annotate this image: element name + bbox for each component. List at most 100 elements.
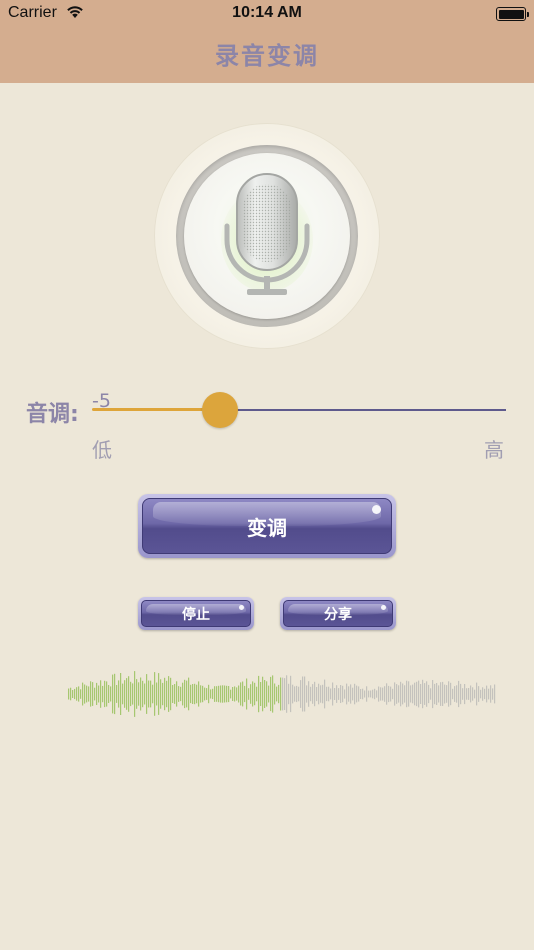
waveform-bar-played: [202, 685, 204, 703]
waveform-bar-played: [212, 688, 214, 700]
waveform-bar-played: [250, 684, 252, 704]
waveform-bar-unplayed: [438, 685, 440, 703]
microphone-icon[interactable]: [219, 170, 315, 300]
waveform-bar-played: [134, 671, 136, 717]
waveform-bar-played: [88, 686, 90, 702]
waveform-bar-unplayed: [294, 686, 296, 702]
waveform-bar-unplayed: [432, 680, 434, 709]
waveform-bar-unplayed: [282, 677, 284, 711]
waveform-bar-unplayed: [414, 682, 416, 706]
waveform-bar-unplayed: [328, 686, 330, 702]
waveform-bar-unplayed: [386, 683, 388, 705]
waveform-bar-unplayed: [354, 683, 356, 705]
waveform-bar-played: [70, 687, 72, 701]
waveform-bar-unplayed: [384, 686, 386, 702]
waveform-bar-played: [180, 686, 182, 702]
waveform-bar-played: [168, 676, 170, 712]
waveform-bar-played: [254, 682, 256, 706]
waveform-bar-unplayed: [392, 688, 394, 700]
waveform-bar-unplayed: [346, 683, 348, 705]
waveform-bar-played: [260, 682, 262, 706]
waveform-bar-unplayed: [292, 684, 294, 704]
waveform-bar-played: [130, 681, 132, 707]
waveform-bar-played: [270, 676, 272, 712]
waveform-bar-played: [222, 685, 224, 703]
waveform-bar-unplayed: [436, 683, 438, 705]
waveform-bar-played: [94, 687, 96, 701]
waveform-bar-played: [204, 687, 206, 701]
waveform-bar-played: [236, 687, 238, 701]
waveform-bar-played: [218, 685, 220, 703]
waveform-bar-unplayed: [298, 686, 300, 702]
waveform-bar-unplayed: [398, 685, 400, 703]
waveform-bar-played: [84, 684, 86, 704]
waveform-bar-unplayed: [304, 676, 306, 712]
waveform-bar-unplayed: [448, 681, 450, 707]
waveform-bar-played: [246, 678, 248, 710]
waveform-bar-played: [142, 680, 144, 708]
waveform-bar-unplayed: [444, 684, 446, 704]
share-button[interactable]: 分享: [280, 597, 396, 630]
stop-button[interactable]: 停止: [138, 597, 254, 630]
waveform-bar-played: [206, 688, 208, 700]
waveform-bar-played: [192, 684, 194, 704]
waveform-bar-played: [278, 684, 280, 704]
waveform-bar-unplayed: [452, 688, 454, 700]
waveform-bar-unplayed: [488, 688, 490, 700]
waveform-bar-unplayed: [376, 690, 378, 698]
waveform-bar-played: [140, 677, 142, 711]
waveform-bar-played: [154, 672, 156, 716]
waveform-bar-unplayed: [322, 684, 324, 704]
status-bar: Carrier 10:14 AM: [0, 0, 534, 28]
waveform-bar-unplayed: [380, 687, 382, 701]
waveform-bar-played: [182, 682, 184, 706]
waveform-bar-played: [132, 683, 134, 705]
waveform-bar-unplayed: [434, 683, 436, 705]
waveform-bar-unplayed: [350, 684, 352, 704]
pitch-value: -5: [92, 390, 111, 412]
change-voice-label: 变调: [247, 515, 287, 540]
waveform-bar-played: [198, 681, 200, 707]
change-voice-button[interactable]: 变调: [138, 494, 396, 558]
waveform-bar-unplayed: [450, 682, 452, 706]
waveform-bar-unplayed: [440, 682, 442, 706]
waveform-bar-unplayed: [320, 685, 322, 703]
waveform-bar-played: [186, 680, 188, 708]
waveform-bar-unplayed: [464, 684, 466, 705]
waveform-bar-played: [82, 682, 84, 706]
waveform-bar-unplayed: [472, 687, 474, 701]
waveform-bar-played: [160, 679, 162, 709]
waveform-bar-played: [152, 684, 154, 704]
waveform-bar-unplayed: [326, 686, 328, 702]
waveform-bar-played: [234, 686, 236, 702]
waveform-bar-unplayed: [468, 688, 470, 700]
waveform-bar-unplayed: [340, 685, 342, 703]
waveform-bar-played: [166, 680, 168, 708]
waveform-bar-played: [264, 680, 266, 708]
waveform-bar-unplayed: [296, 685, 298, 703]
waveform-bar-unplayed: [300, 680, 302, 708]
pitch-high-label: 高: [484, 438, 504, 462]
waveform-bar-played: [226, 685, 228, 703]
waveform-bar-played: [210, 689, 212, 699]
waveform-bar-played: [156, 682, 158, 706]
waveform-bar-played: [274, 683, 276, 705]
waveform-bar-unplayed: [324, 679, 326, 709]
waveform-bar-unplayed: [358, 686, 360, 702]
pitch-slider[interactable]: [92, 392, 506, 428]
waveform-bar-played: [232, 687, 234, 701]
waveform-bar-unplayed: [422, 679, 424, 709]
waveform-bar-played: [162, 682, 164, 706]
waveform-bar-unplayed: [284, 678, 286, 710]
waveform-bar-unplayed: [288, 683, 290, 705]
slider-thumb[interactable]: [202, 392, 239, 428]
waveform-bar-played: [72, 690, 74, 698]
waveform-bar-unplayed: [476, 682, 478, 706]
waveform-bar-played: [114, 673, 116, 715]
waveform-bar-unplayed: [366, 686, 368, 702]
waveform-bar-played: [126, 678, 128, 710]
waveform-bar-played: [174, 684, 176, 704]
waveform-bar-played: [280, 677, 282, 711]
waveform-bar-unplayed: [470, 685, 472, 703]
waveform-bar-played: [96, 682, 98, 705]
